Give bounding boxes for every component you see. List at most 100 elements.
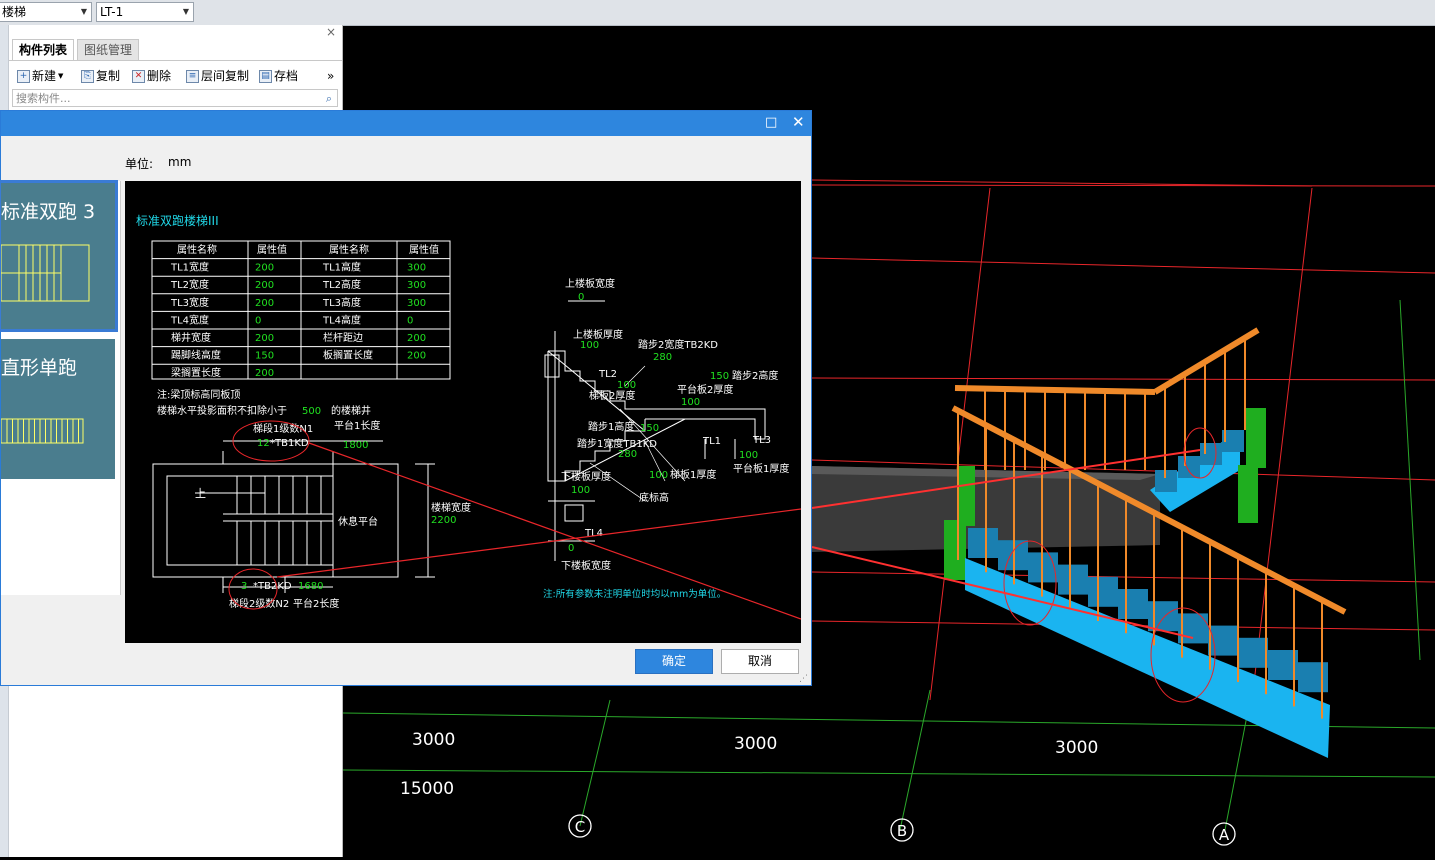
- table-header: 属性值: [409, 243, 439, 256]
- more-button[interactable]: »: [327, 67, 334, 85]
- stair-width-value[interactable]: 2200: [431, 515, 456, 526]
- ok-button[interactable]: 确定: [635, 649, 713, 674]
- delete-label: 删除: [147, 69, 172, 83]
- stair-plan-icon: [1, 244, 90, 302]
- close-icon[interactable]: ✕: [792, 115, 805, 130]
- plat2-thick-label: 平台板2厚度: [677, 383, 733, 396]
- seg2-value[interactable]: 3: [241, 581, 247, 592]
- stair-step: [1298, 662, 1328, 693]
- dim-text: 3000: [1055, 738, 1098, 758]
- bottom-slab-thick-value[interactable]: 100: [571, 485, 590, 496]
- step1-height-value[interactable]: 150: [640, 423, 659, 434]
- note-stairwell: 楼梯水平投影面积不扣除小于: [157, 404, 287, 417]
- svg-text:C: C: [575, 818, 585, 836]
- step2-height-label: 踏步2高度: [732, 369, 778, 382]
- table-value-cell[interactable]: 200: [407, 351, 426, 362]
- seg1-value[interactable]: 12: [257, 438, 270, 449]
- search-icon[interactable]: ⌕: [326, 90, 332, 108]
- slab1-value[interactable]: 100: [649, 470, 668, 481]
- top-toolbar: 楼梯 ▼ LT-1 ▼: [0, 0, 1435, 26]
- cancel-button[interactable]: 取消: [721, 649, 799, 674]
- delete-button[interactable]: ✕ 删除: [132, 67, 171, 85]
- table-name-cell: TL4高度: [322, 313, 361, 326]
- component-type-select[interactable]: 楼梯 ▼: [0, 2, 92, 22]
- archive-button[interactable]: ▤ 存档: [259, 67, 298, 85]
- table-name-cell: TL3宽度: [170, 296, 209, 309]
- bottom-slab-width-value[interactable]: 0: [568, 543, 574, 554]
- stair-step: [1088, 576, 1118, 607]
- plat2-thick-value[interactable]: 100: [681, 397, 700, 408]
- floor-copy-icon: ≡: [186, 69, 199, 83]
- stair-straight-icon: [1, 418, 84, 444]
- new-icon: +: [17, 69, 30, 83]
- copy-label: 复制: [96, 69, 121, 83]
- plat1-thick-value[interactable]: 100: [739, 450, 758, 461]
- seg1-label: 梯段1级数N1: [253, 422, 313, 435]
- axis-bubble-a: A: [1212, 822, 1236, 846]
- table-value-cell[interactable]: 150: [255, 351, 274, 362]
- table-value-cell[interactable]: 0: [407, 315, 413, 326]
- note-stairwell-value[interactable]: 500: [302, 406, 321, 417]
- stair-step: [1118, 589, 1148, 619]
- table-value-cell[interactable]: 200: [255, 333, 274, 344]
- axis-bubble-b: B: [890, 818, 914, 842]
- slab1-label: 梯板1厚度: [670, 468, 716, 481]
- component-type-value: 楼梯: [2, 5, 27, 19]
- table-name-cell: TL3高度: [322, 296, 361, 309]
- svg-text:A: A: [1219, 826, 1230, 844]
- tab-drawing-management[interactable]: 图纸管理: [77, 39, 140, 61]
- stair-type-label: 标准双跑 3: [1, 201, 96, 223]
- table-value-cell[interactable]: 200: [255, 298, 274, 309]
- step1-width-value[interactable]: 280: [618, 449, 637, 460]
- table-name-cell: 梯井宽度: [171, 331, 211, 344]
- component-name-select[interactable]: LT-1 ▼: [96, 2, 194, 22]
- table-value-cell[interactable]: 200: [255, 263, 274, 274]
- chevron-down-icon: ▼: [182, 7, 189, 16]
- table-value-cell[interactable]: 200: [255, 280, 274, 291]
- tab-component-list[interactable]: 构件列表: [12, 39, 75, 60]
- maximize-icon[interactable]: □: [765, 116, 777, 130]
- component-name-value: LT-1: [100, 5, 124, 19]
- plat1-label: 平台1长度: [334, 419, 380, 432]
- step2-height-value[interactable]: 150: [710, 371, 729, 382]
- plat1-thick-label: 平台板1厚度: [733, 462, 789, 475]
- top-slab-thick-value[interactable]: 100: [580, 340, 599, 351]
- slab2-value[interactable]: 100: [617, 380, 636, 391]
- dim-text: 3000: [734, 734, 777, 754]
- note-beam-top: 注:梁顶标高同板顶: [157, 388, 240, 401]
- floor-copy-button[interactable]: ≡ 层间复制: [186, 67, 249, 85]
- stair-type-item-straight[interactable]: 直形单跑: [1, 339, 115, 479]
- stair-type-item-double[interactable]: 标准双跑 3: [0, 180, 118, 332]
- unit-label: 单位:: [125, 157, 154, 171]
- top-slab-width-label: 上楼板宽度: [565, 277, 615, 290]
- table-value-cell[interactable]: 300: [407, 280, 426, 291]
- search-input[interactable]: 搜索构件... ⌕: [12, 89, 338, 107]
- plat2-value[interactable]: 1680: [298, 581, 323, 592]
- table-name-cell: TL1宽度: [170, 261, 209, 274]
- cad-parameter-drawing: 标准双跑楼梯III 属性名称 属性值 属性名称 属性值 TL1宽度 200 TL1高度 300…: [125, 181, 802, 643]
- tl2-label: TL2: [598, 369, 617, 380]
- green-column: [944, 520, 966, 580]
- table-value-cell[interactable]: 300: [407, 263, 426, 274]
- plat2-label: 平台2长度: [293, 597, 339, 610]
- lower-stair-flight: [965, 528, 1330, 758]
- table-value-cell[interactable]: 200: [255, 368, 274, 379]
- stair-parameter-dialog: □ ✕ 单位: mm 标准双跑 3 直形单跑 标准双跑楼梯III 属性名称 属性…: [0, 110, 812, 686]
- plat1-value[interactable]: 1800: [343, 440, 368, 451]
- step2-width-value[interactable]: 280: [653, 352, 672, 363]
- top-slab-width-value[interactable]: 0: [578, 292, 584, 303]
- table-value-cell[interactable]: 0: [255, 315, 261, 326]
- stair-step: [968, 528, 998, 558]
- stair-plan: [152, 440, 435, 593]
- panel-close-icon[interactable]: ×: [326, 25, 336, 39]
- resize-grip-icon[interactable]: ⋰: [799, 674, 808, 684]
- copy-icon: ⎘: [81, 69, 94, 83]
- table-value-cell[interactable]: 200: [407, 333, 426, 344]
- up-label: 上: [195, 487, 206, 500]
- stair-width-label: 楼梯宽度: [431, 501, 471, 514]
- copy-button[interactable]: ⎘ 复制: [81, 67, 120, 85]
- new-button[interactable]: + 新建 ▼: [17, 67, 63, 85]
- table-name-cell: TL4宽度: [170, 313, 209, 326]
- table-value-cell[interactable]: 300: [407, 298, 426, 309]
- table-name-cell: TL2高度: [322, 278, 361, 291]
